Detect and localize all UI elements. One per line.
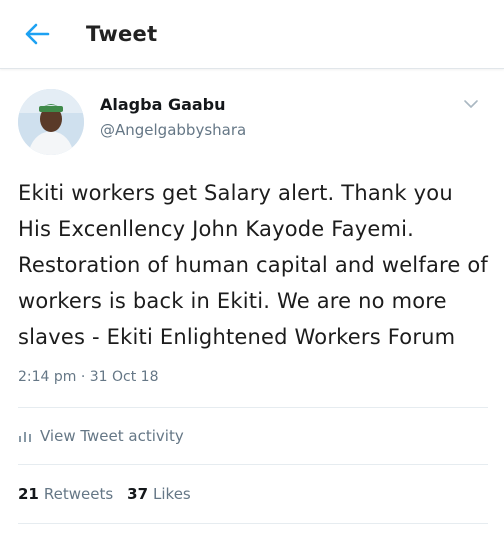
tweet-text: Ekiti workers get Salary alert. Thank yo… — [18, 181, 489, 349]
avatar[interactable] — [18, 89, 84, 155]
back-button[interactable] — [22, 19, 52, 49]
likes-count[interactable]: 37 — [127, 485, 148, 503]
page-title: Tweet — [86, 22, 158, 46]
view-activity-link[interactable]: View Tweet activity — [18, 408, 488, 464]
avatar-image — [18, 89, 84, 155]
tweet-header: Alagba Gaabu @Angelgabbyshara — [16, 83, 488, 165]
retweets-count[interactable]: 21 — [18, 485, 39, 503]
tweet-detail: Alagba Gaabu @Angelgabbyshara Ekiti work… — [0, 83, 504, 524]
tweet-timestamp: 2:14 pm · 31 Oct 18 — [18, 369, 159, 385]
tweet-stats: 21 Retweets 37 Likes — [18, 465, 488, 523]
chevron-down-icon[interactable] — [462, 97, 480, 111]
divider — [18, 523, 488, 524]
retweets-label[interactable]: Retweets — [44, 485, 113, 503]
author-handle[interactable]: @Angelgabbyshara — [100, 121, 246, 139]
author-info: Alagba Gaabu @Angelgabbyshara — [100, 95, 246, 139]
app-bar: Tweet — [0, 0, 504, 69]
arrow-left-icon — [25, 23, 50, 45]
likes-label[interactable]: Likes — [153, 485, 191, 503]
view-activity-label: View Tweet activity — [40, 427, 184, 445]
author-name[interactable]: Alagba Gaabu — [100, 95, 246, 114]
bar-chart-icon — [19, 432, 31, 442]
